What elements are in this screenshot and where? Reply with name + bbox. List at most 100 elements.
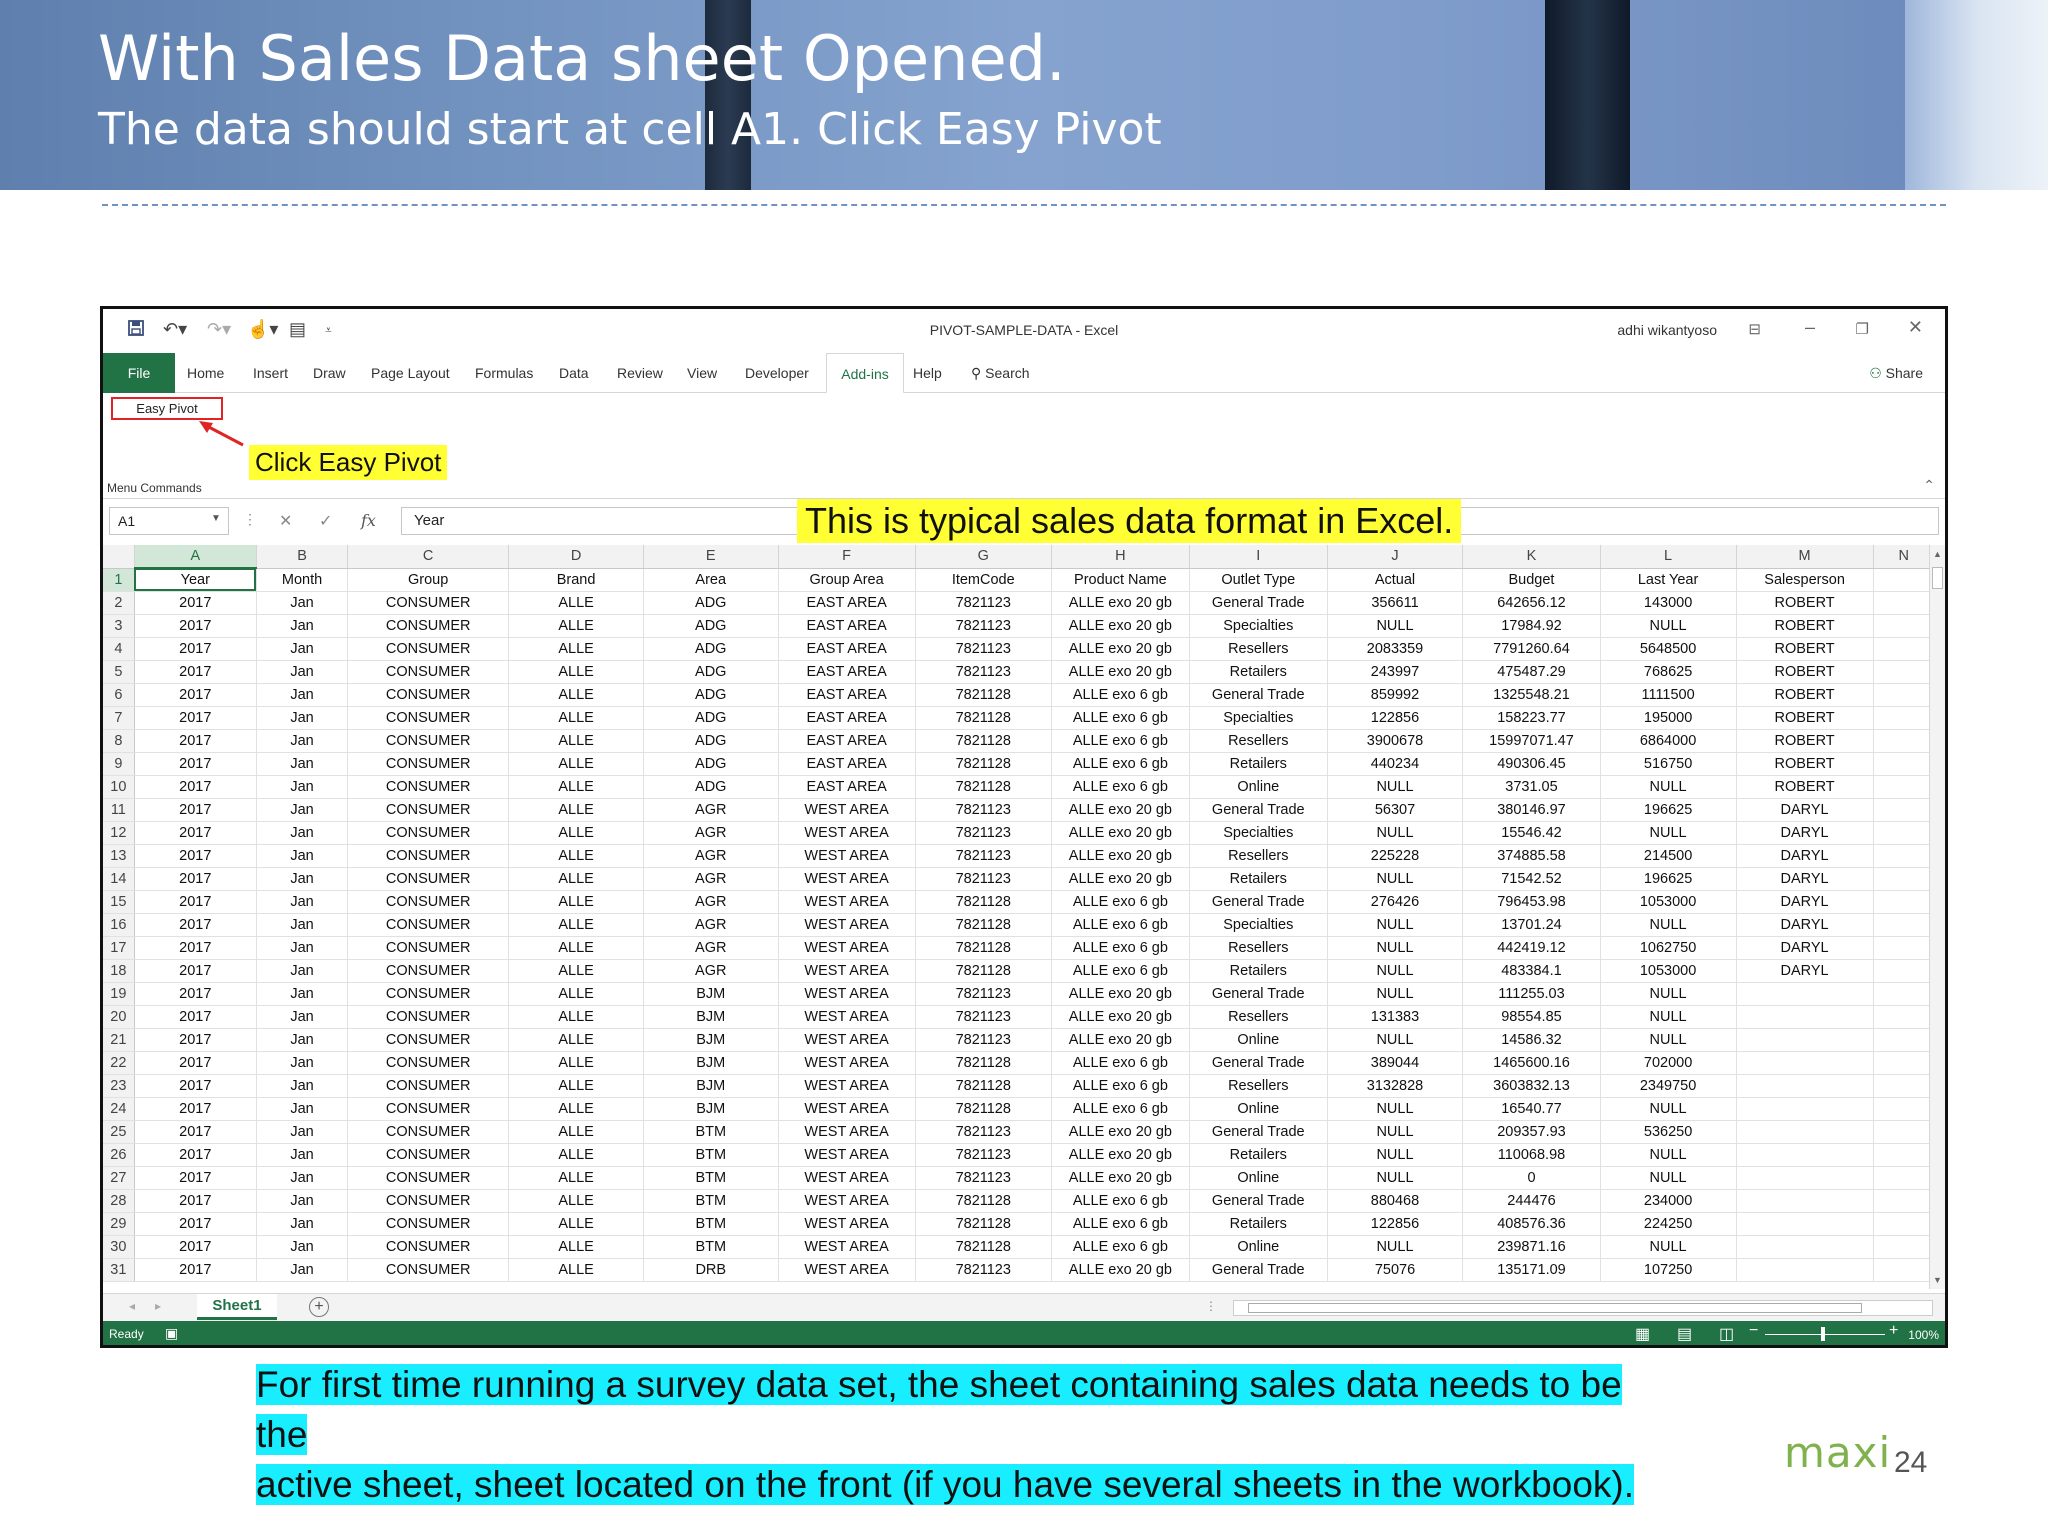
table-cell[interactable]: Jan — [256, 867, 349, 891]
user-name[interactable]: adhi wikantyoso — [1617, 322, 1717, 338]
header-cell[interactable]: Salesperson — [1736, 568, 1874, 592]
table-cell[interactable]: AGR — [643, 798, 779, 822]
table-cell[interactable]: 7821128 — [915, 913, 1052, 937]
table-cell[interactable]: 224250 — [1600, 1212, 1737, 1236]
zoom-out-icon[interactable]: − — [1749, 1322, 1758, 1340]
table-cell[interactable]: 158223.77 — [1462, 706, 1601, 730]
table-cell[interactable]: Retailers — [1189, 1212, 1328, 1236]
table-cell[interactable]: Jan — [256, 1212, 349, 1236]
table-cell[interactable]: ADG — [643, 614, 779, 638]
table-cell[interactable]: Specialties — [1189, 706, 1328, 730]
table-cell[interactable]: NULL — [1327, 959, 1464, 983]
table-cell[interactable]: 243997 — [1327, 660, 1464, 684]
table-cell[interactable] — [1873, 729, 1936, 753]
table-cell[interactable]: 440234 — [1327, 752, 1464, 776]
table-cell[interactable]: 796453.98 — [1462, 890, 1601, 914]
table-cell[interactable]: ALLE exo 6 gb — [1051, 1097, 1190, 1121]
table-cell[interactable]: Jan — [256, 1258, 349, 1282]
table-cell[interactable]: NULL — [1327, 1097, 1464, 1121]
table-cell[interactable]: ALLE exo 6 gb — [1051, 1235, 1190, 1259]
table-cell[interactable]: Online — [1189, 1166, 1328, 1190]
page-break-view-icon[interactable]: ◫ — [1719, 1324, 1734, 1344]
table-cell[interactable]: 7821123 — [915, 844, 1052, 868]
table-cell[interactable]: 1053000 — [1600, 959, 1737, 983]
table-cell[interactable]: 225228 — [1327, 844, 1464, 868]
tab-insert[interactable]: Insert — [253, 365, 288, 381]
table-cell[interactable]: Retailers — [1189, 660, 1328, 684]
table-cell[interactable]: ALLE exo 20 gb — [1051, 1143, 1190, 1167]
table-cell[interactable]: 0 — [1462, 1166, 1601, 1190]
table-cell[interactable]: CONSUMER — [347, 867, 510, 891]
table-cell[interactable]: ADG — [643, 591, 779, 615]
table-cell[interactable]: 214500 — [1600, 844, 1737, 868]
header-cell[interactable]: Last Year — [1600, 568, 1737, 592]
row-header[interactable]: 8 — [103, 729, 135, 753]
table-cell[interactable]: 196625 — [1600, 798, 1737, 822]
table-cell[interactable]: NULL — [1600, 1097, 1737, 1121]
table-cell[interactable]: 17984.92 — [1462, 614, 1601, 638]
scroll-up-icon[interactable]: ▲ — [1933, 549, 1942, 559]
table-cell[interactable]: ALLE exo 20 gb — [1051, 1005, 1190, 1029]
table-cell[interactable]: Retailers — [1189, 959, 1328, 983]
tab-draw[interactable]: Draw — [313, 365, 346, 381]
table-cell[interactable]: 2017 — [134, 1097, 257, 1121]
table-cell[interactable]: 859992 — [1327, 683, 1464, 707]
table-cell[interactable]: 1111500 — [1600, 683, 1737, 707]
column-header[interactable]: K — [1462, 545, 1601, 569]
header-cell[interactable]: ItemCode — [915, 568, 1052, 592]
table-cell[interactable]: NULL — [1327, 982, 1464, 1006]
scroll-down-icon[interactable]: ▼ — [1933, 1275, 1942, 1285]
table-cell[interactable]: 7821123 — [915, 660, 1052, 684]
row-header[interactable]: 10 — [103, 775, 135, 799]
table-cell[interactable]: NULL — [1600, 1143, 1737, 1167]
table-cell[interactable] — [1873, 637, 1936, 661]
table-cell[interactable]: DARYL — [1736, 844, 1874, 868]
column-header[interactable]: E — [643, 545, 779, 569]
table-cell[interactable] — [1873, 1235, 1936, 1259]
table-cell[interactable]: Jan — [256, 614, 349, 638]
table-cell[interactable]: ALLE exo 20 gb — [1051, 844, 1190, 868]
table-cell[interactable]: ALLE exo 20 gb — [1051, 798, 1190, 822]
table-cell[interactable] — [1736, 1074, 1874, 1098]
table-cell[interactable]: NULL — [1327, 614, 1464, 638]
horizontal-scrollbar[interactable] — [1233, 1300, 1933, 1316]
table-cell[interactable] — [1736, 1212, 1874, 1236]
header-cell[interactable]: Outlet Type — [1189, 568, 1328, 592]
table-cell[interactable]: ALLE — [508, 844, 644, 868]
table-cell[interactable]: 2017 — [134, 1074, 257, 1098]
table-cell[interactable]: NULL — [1600, 1028, 1737, 1052]
table-cell[interactable]: 2017 — [134, 591, 257, 615]
header-cell[interactable] — [1873, 568, 1936, 592]
table-cell[interactable]: ALLE — [508, 1074, 644, 1098]
table-cell[interactable]: ALLE exo 20 gb — [1051, 1166, 1190, 1190]
row-header[interactable]: 22 — [103, 1051, 135, 1075]
table-cell[interactable]: EAST AREA — [778, 683, 916, 707]
row-header[interactable]: 1 — [103, 568, 135, 592]
table-cell[interactable]: WEST AREA — [778, 1166, 916, 1190]
table-cell[interactable]: ALLE — [508, 614, 644, 638]
table-cell[interactable]: Jan — [256, 1028, 349, 1052]
table-cell[interactable]: 7821123 — [915, 1258, 1052, 1282]
table-cell[interactable]: CONSUMER — [347, 1005, 510, 1029]
table-cell[interactable]: CONSUMER — [347, 706, 510, 730]
table-cell[interactable]: 7821128 — [915, 752, 1052, 776]
table-cell[interactable]: 7821128 — [915, 775, 1052, 799]
header-cell[interactable]: Year — [134, 568, 257, 592]
table-cell[interactable]: 13701.24 — [1462, 913, 1601, 937]
table-cell[interactable]: 2017 — [134, 821, 257, 845]
table-cell[interactable]: NULL — [1600, 1005, 1737, 1029]
vertical-scrollbar[interactable]: ▲ ▼ — [1929, 545, 1945, 1289]
table-cell[interactable]: Jan — [256, 936, 349, 960]
table-cell[interactable]: 7821123 — [915, 798, 1052, 822]
table-cell[interactable]: WEST AREA — [778, 936, 916, 960]
table-cell[interactable]: CONSUMER — [347, 982, 510, 1006]
table-cell[interactable]: 7821123 — [915, 1143, 1052, 1167]
table-cell[interactable]: ALLE — [508, 775, 644, 799]
table-cell[interactable]: WEST AREA — [778, 1212, 916, 1236]
table-cell[interactable]: CONSUMER — [347, 683, 510, 707]
table-cell[interactable]: 7821128 — [915, 706, 1052, 730]
table-cell[interactable]: WEST AREA — [778, 1120, 916, 1144]
table-cell[interactable]: EAST AREA — [778, 614, 916, 638]
table-cell[interactable]: NULL — [1327, 867, 1464, 891]
table-cell[interactable]: Jan — [256, 959, 349, 983]
